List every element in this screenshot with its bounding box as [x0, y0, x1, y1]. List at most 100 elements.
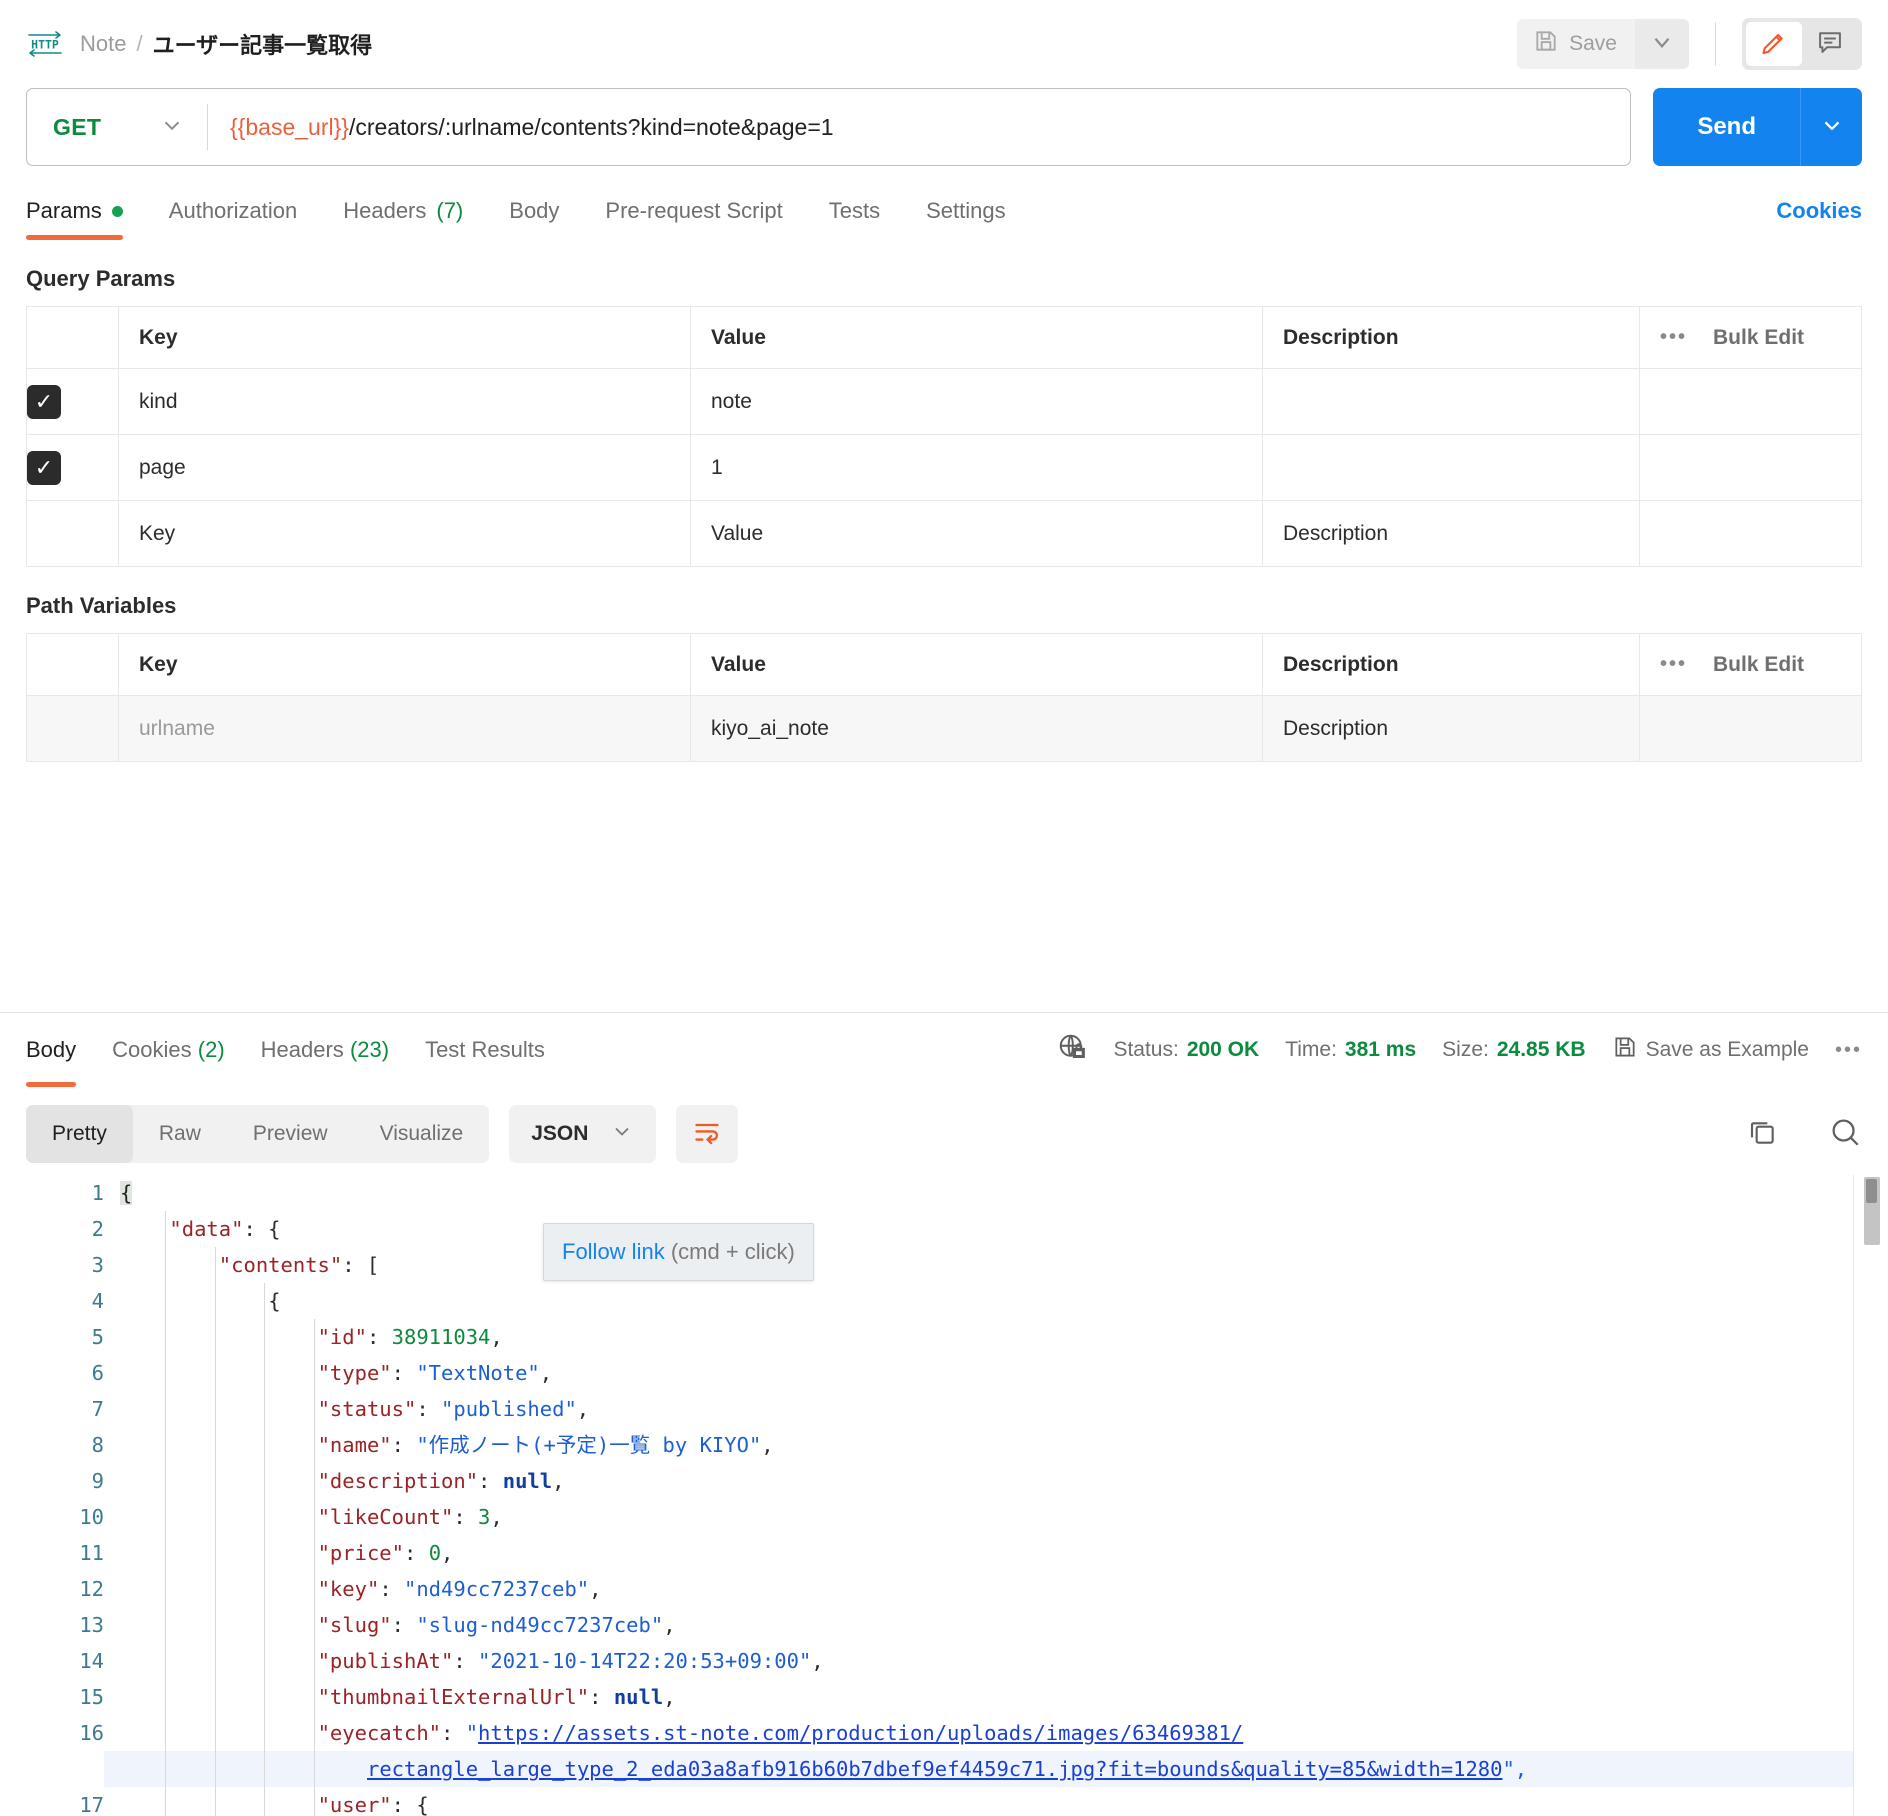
response-tab-body[interactable]: Body [26, 1013, 77, 1087]
code-token: , [811, 1649, 824, 1673]
chevron-down-icon [159, 112, 185, 143]
method-selector[interactable]: GET [27, 112, 207, 143]
code-token: , [490, 1325, 503, 1349]
tab-headers[interactable]: Headers (7) [343, 198, 463, 240]
code-line[interactable]: "likeCount": 3, [120, 1499, 1888, 1535]
bulk-edit-button[interactable]: Bulk Edit [1713, 653, 1804, 677]
tab-params[interactable]: Params [26, 198, 123, 240]
url-input[interactable]: {{base_url}}/creators/:urlname/contents?… [208, 114, 1630, 141]
save-as-example-button[interactable]: Save as Example [1612, 1034, 1809, 1066]
code-line[interactable]: "thumbnailExternalUrl": null, [120, 1679, 1888, 1715]
row-description[interactable] [1262, 368, 1640, 435]
row-value[interactable]: 1 [690, 434, 1263, 501]
view-mode-preview[interactable]: Preview [227, 1105, 354, 1163]
checkbox-checked-icon[interactable]: ✓ [27, 384, 61, 419]
row-key: urlname [118, 695, 691, 762]
method-label: GET [53, 113, 102, 140]
code-line[interactable]: "user": { [120, 1787, 1888, 1816]
line-number: 13 [79, 1613, 104, 1637]
copy-icon[interactable] [1746, 1116, 1778, 1153]
code-line[interactable]: "name": "作成ノート(+予定)一覧 by KIYO", [120, 1427, 1888, 1463]
row-checkbox-cell[interactable]: ✓ [26, 434, 119, 501]
code-line[interactable]: "key": "nd49cc7237ceb", [120, 1571, 1888, 1607]
code-token: : { [243, 1217, 281, 1241]
response-tab-test-results[interactable]: Test Results [425, 1013, 545, 1087]
format-selector[interactable]: JSON [509, 1105, 657, 1163]
view-mode-raw[interactable]: Raw [133, 1105, 227, 1163]
code-line[interactable]: { [120, 1175, 1888, 1211]
code-token: "id" [317, 1325, 367, 1349]
code-token: : [416, 1397, 442, 1421]
code-token: "likeCount" [317, 1505, 454, 1529]
new-value-input[interactable]: Value [690, 500, 1263, 567]
comments-button[interactable] [1802, 22, 1858, 66]
globe-lock-icon[interactable] [1057, 1032, 1087, 1068]
view-mode-pretty[interactable]: Pretty [26, 1105, 133, 1163]
path-variables-title: Path Variables [26, 593, 177, 618]
breadcrumb-current-request[interactable]: ユーザー記事一覧取得 [153, 28, 373, 60]
code-token: : [366, 1325, 392, 1349]
new-key-input[interactable]: Key [118, 500, 691, 567]
row-checkbox-cell [26, 695, 119, 762]
code-token: , [576, 1397, 590, 1421]
word-wrap-button[interactable] [676, 1105, 739, 1163]
body-scrollbar-thumb-inner[interactable] [1866, 1179, 1877, 1203]
ellipsis-icon[interactable]: ••• [1835, 1039, 1862, 1062]
line-number: 12 [79, 1577, 104, 1601]
response-tab-cookies[interactable]: Cookies (2) [112, 1013, 225, 1087]
table-header-row: Key Value Description ••• Bulk Edit [26, 633, 1862, 696]
search-icon[interactable] [1828, 1115, 1862, 1154]
breadcrumb-collection[interactable]: Note [80, 31, 126, 57]
send-options-button[interactable] [1800, 88, 1862, 166]
save-button[interactable]: Save [1517, 19, 1635, 69]
save-options-button[interactable] [1635, 19, 1689, 69]
row-key[interactable]: kind [118, 368, 691, 435]
line-number: 6 [91, 1361, 104, 1385]
code-line[interactable]: "price": 0, [120, 1535, 1888, 1571]
code-line[interactable]: "type": "TextNote", [120, 1355, 1888, 1391]
code-token: "nd49cc7237ceb" [404, 1577, 590, 1601]
row-description[interactable] [1262, 434, 1640, 501]
checkbox-checked-icon[interactable]: ✓ [27, 450, 61, 485]
code-line[interactable]: { [120, 1283, 1888, 1319]
pencil-icon [1760, 28, 1788, 61]
row-actions [1639, 500, 1862, 567]
code-line[interactable]: "publishAt": "2021-10-14T22:20:53+09:00"… [120, 1643, 1888, 1679]
cookies-link[interactable]: Cookies [1776, 198, 1862, 240]
send-button[interactable]: Send [1653, 88, 1800, 166]
line-number: 14 [79, 1649, 104, 1673]
view-mode-visualize[interactable]: Visualize [354, 1105, 490, 1163]
code-link[interactable]: rectangle_large_type_2_eda03a8afb916b60b… [367, 1757, 1502, 1781]
tab-pre-request-script[interactable]: Pre-request Script [605, 198, 782, 240]
ellipsis-icon[interactable]: ••• [1660, 653, 1687, 676]
code-line[interactable]: "contents": [ [120, 1247, 1888, 1283]
body-scrollbar-track[interactable] [1864, 1175, 1880, 1816]
response-body-viewer[interactable]: 1{2 "data": {3 "contents": [4{5 "id": 38911… [0, 1175, 1888, 1816]
code-link[interactable]: https://assets.st-note.com/production/up… [478, 1721, 1243, 1745]
row-description[interactable]: Description [1262, 695, 1640, 762]
code-line[interactable]: "data": { [120, 1211, 1888, 1247]
view-mode-pills: Pretty Raw Preview Visualize [26, 1105, 490, 1163]
row-key[interactable]: page [118, 434, 691, 501]
code-token: "user" [317, 1793, 392, 1816]
row-checkbox-cell[interactable]: ✓ [26, 368, 119, 435]
code-line[interactable]: "status": "published", [120, 1391, 1888, 1427]
ellipsis-icon[interactable]: ••• [1660, 326, 1687, 349]
line-number: 2 [91, 1217, 104, 1241]
row-value[interactable]: kiyo_ai_note [690, 695, 1263, 762]
tab-authorization[interactable]: Authorization [169, 198, 297, 240]
tab-settings[interactable]: Settings [926, 198, 1006, 240]
code-line[interactable]: "description": null, [120, 1463, 1888, 1499]
code-line[interactable]: "id": 38911034, [120, 1319, 1888, 1355]
row-value[interactable]: note [690, 368, 1263, 435]
code-line[interactable]: "eyecatch": "https://assets.st-note.com/… [120, 1715, 1888, 1751]
code-line[interactable]: rectangle_large_type_2_eda03a8afb916b60b… [120, 1751, 1888, 1787]
code-token: : [391, 1361, 417, 1385]
response-tab-headers[interactable]: Headers (23) [261, 1013, 389, 1087]
code-line[interactable]: "slug": "slug-nd49cc7237ceb", [120, 1607, 1888, 1643]
edit-mode-button[interactable] [1746, 22, 1802, 66]
tab-tests[interactable]: Tests [829, 198, 880, 240]
tab-body[interactable]: Body [509, 198, 559, 240]
bulk-edit-button[interactable]: Bulk Edit [1713, 326, 1804, 350]
new-description-input[interactable]: Description [1262, 500, 1640, 567]
